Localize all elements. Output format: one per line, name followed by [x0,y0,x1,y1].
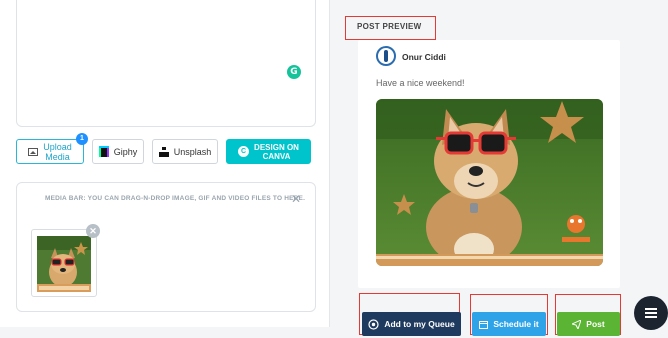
floating-menu-button[interactable] [634,296,668,330]
unsplash-icon [158,146,169,157]
grammarly-icon[interactable]: G [287,65,301,79]
schedule-it-button[interactable]: Schedule it [472,312,546,336]
upload-label-line2: Media [45,151,70,162]
giphy-button[interactable]: Giphy [92,139,144,164]
media-bar[interactable]: MEDIA BAR: YOU CAN DRAG-N-DROP IMAGE, GI… [16,182,316,312]
design-on-canva-button[interactable]: C DESIGN ON CANVA [226,139,311,164]
media-thumbnail[interactable]: ✕ [31,224,100,297]
canva-label-line2: CANVA [262,151,291,161]
remove-thumbnail-icon[interactable]: ✕ [86,224,100,238]
eye-icon [368,318,379,330]
upload-count-badge: 1 [76,133,88,145]
menu-icon [645,308,657,318]
media-bar-hint: MEDIA BAR: YOU CAN DRAG-N-DROP IMAGE, GI… [45,195,306,202]
media-toolbar: Upload Media 1 Giphy Unsplash C DESIGN O… [16,133,311,164]
schedule-it-label: Schedule it [493,319,539,329]
post-label: Post [586,319,605,329]
upload-label-line1: Upload [43,141,72,152]
post-preview-title: POST PREVIEW [357,22,422,31]
send-icon [572,319,582,329]
unsplash-label: Unsplash [173,146,212,157]
canva-label-line1: DESIGN ON [254,142,299,152]
close-icon[interactable]: ✕ [291,193,301,205]
canva-icon: C [238,146,250,157]
post-editor[interactable]: G [16,0,316,127]
post-image [376,99,603,266]
avatar [376,46,396,66]
add-to-queue-label: Add to my Queue [384,319,455,329]
composer-panel: G Upload Media 1 Giphy Unsplash C DESIGN… [0,0,330,327]
giphy-icon [98,146,109,157]
dog-thumbnail-image [37,236,91,292]
upload-media-button[interactable]: Upload Media 1 [16,133,88,164]
giphy-label: Giphy [113,146,138,157]
post-preview-card: Onur Ciddi Have a nice weekend! [358,40,620,288]
image-icon [28,147,39,156]
add-to-queue-button[interactable]: Add to my Queue [362,312,461,336]
author-name: Onur Ciddi [402,52,446,62]
post-text: Have a nice weekend! [376,78,465,88]
post-button[interactable]: Post [557,312,620,336]
unsplash-button[interactable]: Unsplash [152,139,218,164]
calendar-icon [479,320,489,329]
